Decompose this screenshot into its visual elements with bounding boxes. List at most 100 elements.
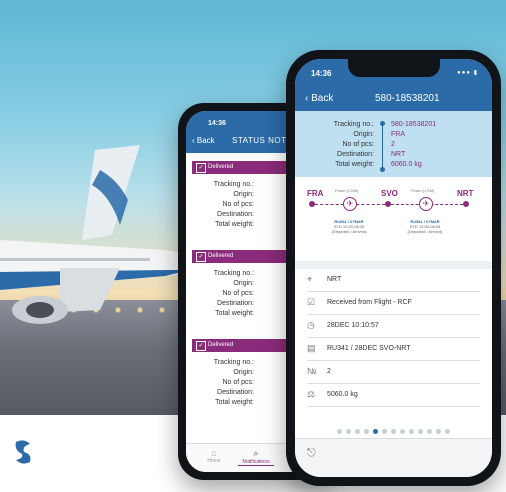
route-city: SVO (381, 189, 398, 198)
checkbox-icon: ☑ (307, 297, 316, 307)
page-dot[interactable] (346, 429, 351, 434)
back-label: Back (196, 136, 215, 145)
check-icon: ✓ (196, 252, 206, 262)
info-value: 6060.0 kg (391, 161, 422, 168)
status-label: Delivered (208, 253, 234, 259)
list-item-text: 2 (327, 368, 331, 375)
page-dot[interactable] (391, 429, 396, 434)
share-icon[interactable]: ⎋ (307, 447, 316, 460)
page-dot[interactable] (382, 429, 387, 434)
status-time: 14:36 (208, 120, 226, 127)
info-label: Tracking no.: (213, 270, 254, 277)
list-item: ◷ 28DEC 10:10:57 (307, 315, 480, 338)
airplane-icon: ✈ (343, 197, 357, 211)
list-item: ⌖ NRT (307, 269, 480, 292)
page-dot[interactable] (355, 429, 360, 434)
page-dot[interactable] (436, 429, 441, 434)
page-dot[interactable] (445, 429, 450, 434)
list-item-text: Received from Flight - RCF (327, 299, 412, 306)
phone-tracking-detail: 14:36 ●●● ▮ ‹ Back 580-18538201 Tracking… (286, 50, 501, 486)
page-dot[interactable] (418, 429, 423, 434)
info-label: No of pcs: (342, 141, 374, 148)
page-dot[interactable] (373, 429, 378, 434)
page-indicator[interactable] (295, 421, 492, 439)
brand-logo-icon (15, 440, 31, 464)
route-city: FRA (307, 189, 324, 198)
info-label: Destination: (337, 151, 374, 158)
info-label: Origin: (233, 191, 254, 198)
back-label: Back (311, 93, 334, 104)
page-dot[interactable] (427, 429, 432, 434)
info-label: No of pcs: (222, 290, 254, 297)
page-dot[interactable] (337, 429, 342, 434)
info-label: Origin: (233, 280, 254, 287)
segment-status: Flown (CSM) (335, 188, 359, 193)
info-row: Tracking no.: 580-18538201 (295, 120, 492, 130)
info-label: Total weight: (215, 221, 254, 228)
check-icon: ✓ (196, 163, 206, 173)
list-item-text: 28DEC 10:10:57 (327, 322, 379, 329)
info-label: Tracking no.: (213, 359, 254, 366)
location-pin-icon: ⌖ (307, 274, 313, 284)
tab-notifications[interactable]: ⌕ Notifications (238, 448, 274, 466)
info-row: No of pcs: 2 (295, 140, 492, 150)
info-label: No of pcs: (222, 201, 254, 208)
info-value: NRT (391, 151, 406, 158)
check-icon: ✓ (196, 341, 206, 351)
weight-icon: ⚖ (307, 389, 316, 399)
tab-label: Home (207, 458, 221, 464)
info-label: Total weight: (215, 399, 254, 406)
list-item-text: 5060.0 kg (327, 391, 358, 398)
page-dot[interactable] (364, 429, 369, 434)
list-item: № 2 (307, 361, 480, 384)
promo-scene: 14:36 ‹ Back STATUS NOTIF ✓ Delivered Trac… (0, 0, 506, 492)
list-item-text: NRT (327, 276, 342, 283)
info-label: Tracking no.: (213, 181, 254, 188)
flight-detail[interactable]: RU561 / 07MAR STD 10:00-06:05 (Departed … (395, 219, 455, 234)
info-label: Origin: (233, 369, 254, 376)
info-label: Destination: (217, 211, 254, 218)
status-label: Delivered (208, 164, 234, 170)
info-label: Destination: (217, 389, 254, 396)
flight-route: FRA SVO NRT Flown (CSM) Flown (CSM) ✈ ✈ … (295, 177, 492, 261)
info-label: Total weight: (215, 310, 254, 317)
page-dot[interactable] (409, 429, 414, 434)
route-city: NRT (457, 189, 474, 198)
tab-label: Notifications (242, 459, 270, 465)
info-row: Total weight: 6060.0 kg (295, 160, 492, 170)
info-value: 580-18538201 (391, 121, 437, 128)
info-label: Tracking no.: (333, 121, 374, 128)
flight-state: (Departed / Arrived) (407, 229, 443, 234)
event-detail-list: ⌖ NRT ☑ Received from Flight - RCF ◷ 28DEC … (295, 269, 492, 407)
page-dot[interactable] (400, 429, 405, 434)
number-icon: № (307, 366, 317, 376)
info-value: 2 (391, 141, 395, 148)
info-value: FRA (391, 131, 405, 138)
home-icon: ⌂ (211, 448, 217, 458)
status-label: Delivered (208, 342, 234, 348)
info-row: Destination: NRT (295, 150, 492, 160)
info-label: Origin: (353, 131, 374, 138)
section-divider (295, 261, 492, 269)
status-indicators: ●●● ▮ (457, 70, 478, 76)
info-label: Total weight: (335, 161, 374, 168)
tab-home[interactable]: ⌂ Home (196, 448, 232, 464)
status-time: 14:36 (311, 69, 332, 78)
back-button[interactable]: ‹ Back (192, 136, 215, 145)
phone-notch (348, 59, 440, 77)
flight-detail[interactable]: RU561 / 07MAR STD 10:00-06:05 (Departed … (319, 219, 379, 234)
back-button[interactable]: ‹ Back (305, 93, 333, 104)
bottom-toolbar: ⎋ (295, 438, 492, 477)
list-item: ☑ Received from Flight - RCF (307, 292, 480, 315)
info-label: Destination: (217, 300, 254, 307)
route-node (463, 201, 469, 207)
airplane-icon: ✈ (419, 197, 433, 211)
clock-icon: ◷ (307, 320, 315, 330)
page-title: 580-18538201 (375, 93, 440, 104)
shipment-summary: Tracking no.: 580-18538201 Origin: FRA No … (295, 111, 492, 177)
list-item-text: RU341 / 28DEC SVO-NRT (327, 345, 411, 352)
search-icon: ⌕ (253, 448, 259, 458)
segment-status: Flown (CSM) (411, 188, 435, 193)
document-icon: ▤ (307, 343, 316, 353)
list-item: ▤ RU341 / 28DEC SVO-NRT (307, 338, 480, 361)
